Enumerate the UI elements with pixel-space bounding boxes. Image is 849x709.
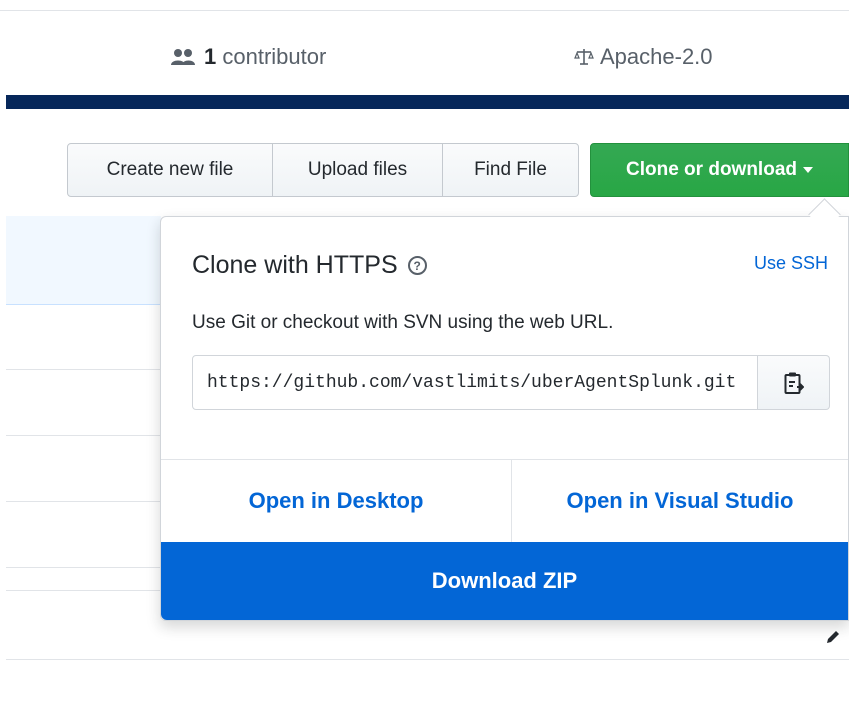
license-link[interactable]: Apache-2.0 xyxy=(574,44,713,70)
file-row-divider xyxy=(6,501,161,502)
contributor-count: 1 xyxy=(204,44,217,69)
clone-or-download-button[interactable]: Clone or download xyxy=(590,143,849,197)
copy-url-button[interactable] xyxy=(758,355,830,410)
people-icon xyxy=(171,49,195,65)
file-row-divider xyxy=(6,369,161,370)
create-new-file-button[interactable]: Create new file xyxy=(67,143,273,197)
clone-title: Clone with HTTPS ? xyxy=(192,251,427,280)
use-ssh-link[interactable]: Use SSH xyxy=(754,253,828,274)
file-row-divider xyxy=(6,435,161,436)
clone-or-download-label: Clone or download xyxy=(626,159,797,180)
license-name: Apache-2.0 xyxy=(600,44,713,69)
open-in-desktop-button[interactable]: Open in Desktop xyxy=(161,460,512,542)
download-zip-button[interactable]: Download ZIP xyxy=(161,542,848,620)
find-file-button[interactable]: Find File xyxy=(442,143,579,197)
clone-dropdown-menu: Clone with HTTPS ? Use SSH Use Git or ch… xyxy=(160,216,849,621)
language-bar xyxy=(6,95,849,109)
commit-tease-row xyxy=(6,216,161,305)
pencil-icon[interactable] xyxy=(825,629,841,645)
caret-down-icon xyxy=(803,167,813,173)
clone-title-text: Clone with HTTPS xyxy=(192,251,398,279)
top-divider xyxy=(0,10,849,11)
file-nav-button-group: Create new file Upload files Find File xyxy=(67,143,579,197)
upload-files-button[interactable]: Upload files xyxy=(272,143,443,197)
law-scale-icon xyxy=(574,49,594,65)
contributor-label: contributor xyxy=(222,44,327,69)
open-in-row: Open in Desktop Open in Visual Studio xyxy=(161,459,848,542)
question-circle-icon[interactable]: ? xyxy=(407,256,427,275)
open-in-visual-studio-button[interactable]: Open in Visual Studio xyxy=(512,460,848,542)
contributors-link[interactable]: 1 contributor xyxy=(170,44,326,70)
clipboard-icon xyxy=(784,372,804,394)
clone-description: Use Git or checkout with SVN using the w… xyxy=(192,312,614,333)
clone-url-group xyxy=(192,355,830,410)
clone-url-input[interactable] xyxy=(192,355,758,410)
file-row-divider xyxy=(6,567,161,568)
